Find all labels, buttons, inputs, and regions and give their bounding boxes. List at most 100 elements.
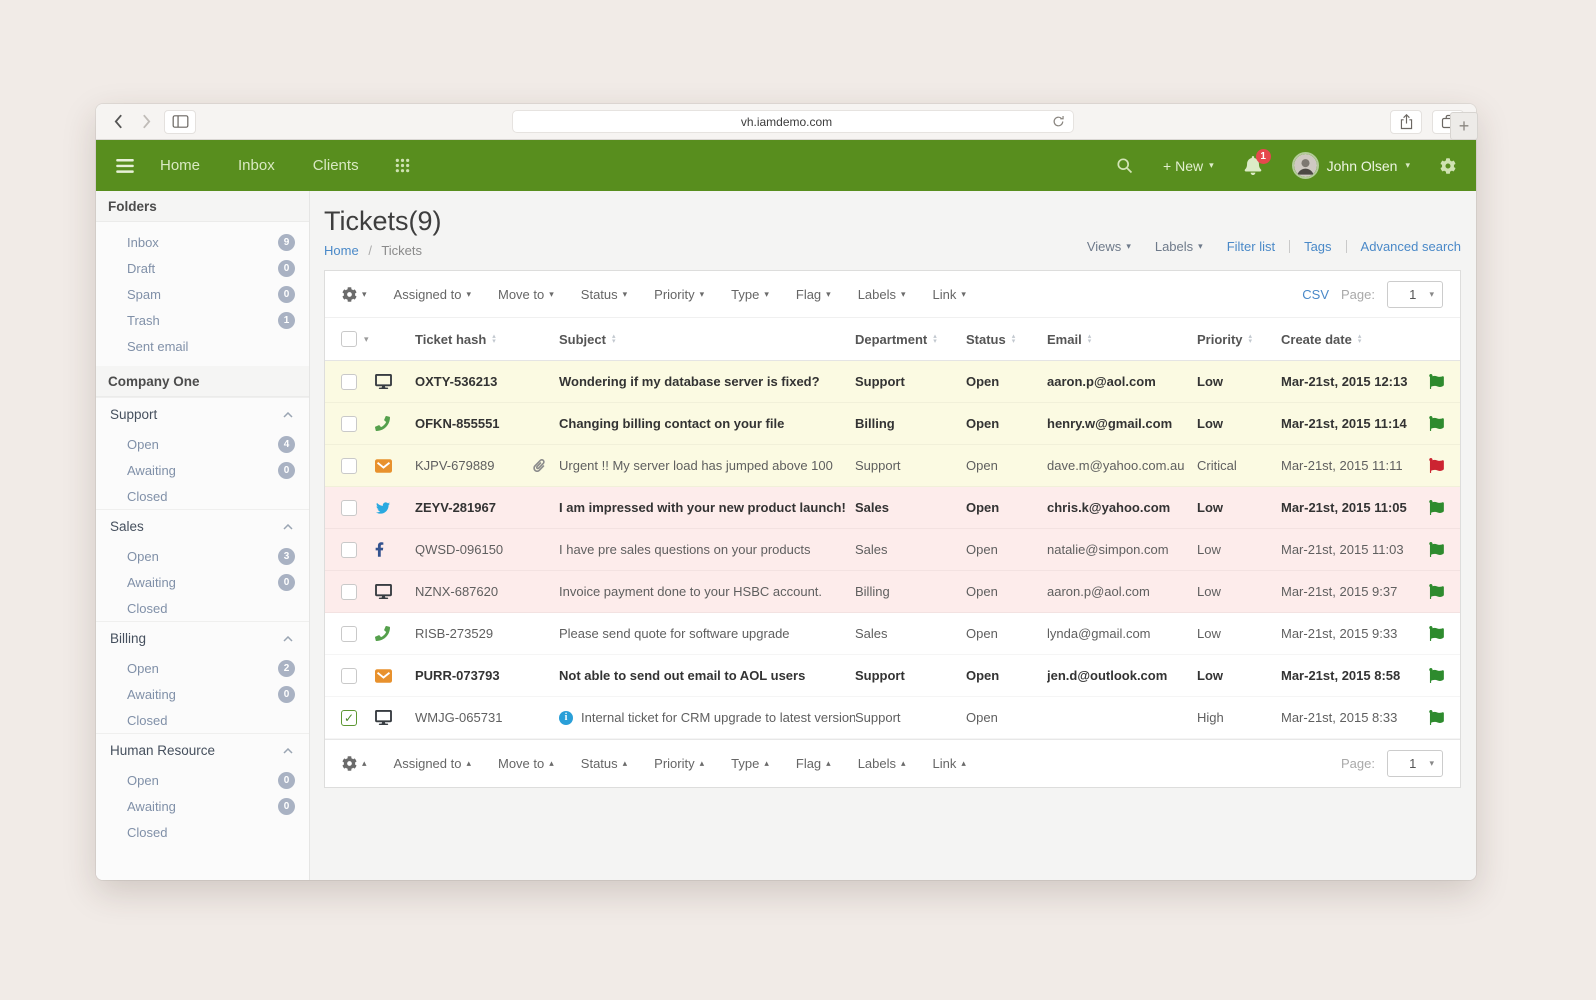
toolbar-dropdown-labels[interactable]: Labels ▾ — [858, 287, 906, 302]
sidebar-item-support-awaiting[interactable]: Awaiting 0 — [96, 457, 309, 483]
row-checkbox[interactable] — [341, 373, 357, 390]
column-header-email[interactable]: Email ▴ ▾ — [1047, 332, 1197, 347]
column-header-department[interactable]: Department ▴ ▾ — [855, 332, 966, 347]
sidebar-folder-trash[interactable]: Trash 1 — [96, 307, 309, 333]
toolbar-dropdown-status[interactable]: Status ▴ — [581, 756, 627, 771]
breadcrumb-home-link[interactable]: Home — [324, 243, 359, 258]
toolbar-dropdown-flag[interactable]: Flag ▾ — [796, 287, 831, 302]
labels-dropdown[interactable]: Labels ▾ — [1155, 239, 1203, 254]
search-icon[interactable] — [1116, 157, 1133, 174]
flag-icon[interactable] — [1429, 542, 1444, 557]
toolbar-dropdown-priority[interactable]: Priority ▾ — [654, 287, 704, 302]
toolbar-dropdown-assigned-to[interactable]: Assigned to ▴ — [394, 756, 471, 771]
ticket-row[interactable]: OXTY-536213 Wondering if my database serv… — [325, 361, 1460, 403]
csv-export-link[interactable]: CSV — [1302, 287, 1329, 302]
filter-list-link[interactable]: Filter list — [1227, 239, 1275, 254]
tags-link[interactable]: Tags — [1304, 239, 1331, 254]
toolbar-dropdown-priority[interactable]: Priority ▴ — [654, 756, 704, 771]
page-select[interactable]: 1 ▾ — [1387, 750, 1443, 777]
row-checkbox[interactable] — [341, 457, 357, 474]
nav-item-home[interactable]: Home — [160, 157, 200, 174]
ticket-row[interactable]: RISB-273529 Please send quote for softwar… — [325, 613, 1460, 655]
ticket-row[interactable]: ZEYV-281967 I am impressed with your new … — [325, 487, 1460, 529]
flag-icon[interactable] — [1429, 626, 1444, 641]
column-header-ticket-hash[interactable]: Ticket hash ▴ ▾ — [415, 332, 559, 347]
toolbar-dropdown-status[interactable]: Status ▾ — [581, 287, 627, 302]
ticket-row[interactable]: KJPV-679889 Urgent !! My server load has … — [325, 445, 1460, 487]
ticket-row[interactable]: PURR-073793 Not able to send out email to… — [325, 655, 1460, 697]
toolbar-dropdown-assigned-to[interactable]: Assigned to ▾ — [394, 287, 471, 302]
sidebar-item-billing-awaiting[interactable]: Awaiting 0 — [96, 681, 309, 707]
new-button[interactable]: + New ▾ — [1163, 158, 1214, 174]
sidebar-item-human-resource-open[interactable]: Open 0 — [96, 767, 309, 793]
settings-gear-icon[interactable] — [1440, 157, 1456, 174]
row-checkbox[interactable] — [341, 499, 357, 516]
sidebar-item-billing-closed[interactable]: Closed — [96, 707, 309, 733]
nav-item-clients[interactable]: Clients — [313, 157, 359, 174]
browser-forward-icon[interactable] — [136, 114, 156, 129]
caret-down-icon[interactable]: ▾ — [364, 334, 369, 345]
sidebar-item-sales-open[interactable]: Open 3 — [96, 543, 309, 569]
flag-icon[interactable] — [1429, 416, 1444, 431]
row-checkbox[interactable] — [341, 541, 357, 558]
sidebar-item-sales-closed[interactable]: Closed — [96, 595, 309, 621]
advanced-search-link[interactable]: Advanced search — [1361, 239, 1461, 254]
bulk-actions-gear-dropdown[interactable]: ▴ — [342, 756, 367, 771]
section-toggle-billing[interactable]: Billing — [96, 622, 309, 655]
flag-icon[interactable] — [1429, 458, 1444, 473]
sidebar-folder-inbox[interactable]: Inbox 9 — [96, 229, 309, 255]
toolbar-dropdown-link[interactable]: Link ▴ — [933, 756, 966, 771]
sidebar-item-human-resource-awaiting[interactable]: Awaiting 0 — [96, 793, 309, 819]
notifications-bell-icon[interactable]: 1 — [1244, 149, 1271, 175]
hamburger-menu-icon[interactable] — [116, 158, 134, 173]
sidebar-item-billing-open[interactable]: Open 2 — [96, 655, 309, 681]
page-select[interactable]: 1 ▾ — [1387, 280, 1443, 308]
section-toggle-human-resource[interactable]: Human Resource — [96, 734, 309, 767]
column-header-subject[interactable]: Subject ▴ ▾ — [559, 332, 855, 347]
nav-item-inbox[interactable]: Inbox — [238, 157, 275, 174]
toolbar-dropdown-link[interactable]: Link ▾ — [933, 287, 966, 302]
sidebar-item-support-closed[interactable]: Closed — [96, 483, 309, 509]
views-dropdown[interactable]: Views ▾ — [1087, 239, 1131, 254]
select-all-checkbox[interactable] — [341, 331, 357, 347]
bulk-actions-gear-dropdown[interactable]: ▾ — [342, 286, 367, 302]
row-checkbox[interactable] — [341, 583, 357, 600]
flag-icon[interactable] — [1429, 374, 1444, 389]
column-header-create-date[interactable]: Create date ▴ ▾ — [1281, 332, 1429, 347]
user-menu[interactable]: John Olsen ▾ — [1291, 152, 1410, 179]
ticket-row[interactable]: ✓ WMJG-065731 i Internal ticket for CRM upg… — [325, 697, 1460, 739]
row-checkbox[interactable] — [341, 667, 357, 684]
share-icon[interactable] — [1390, 109, 1422, 134]
sidebar-item-support-open[interactable]: Open 4 — [96, 431, 309, 457]
sidebar-folder-spam[interactable]: Spam 0 — [96, 281, 309, 307]
reload-icon[interactable] — [1052, 115, 1065, 128]
toolbar-dropdown-type[interactable]: Type ▾ — [731, 287, 769, 302]
row-checkbox[interactable] — [341, 415, 357, 432]
section-toggle-support[interactable]: Support — [96, 398, 309, 431]
sidebar-folder-sent-email[interactable]: Sent email — [96, 333, 309, 359]
toolbar-dropdown-flag[interactable]: Flag ▴ — [796, 756, 831, 771]
sidebar-item-sales-awaiting[interactable]: Awaiting 0 — [96, 569, 309, 595]
toolbar-dropdown-move-to[interactable]: Move to ▾ — [498, 287, 554, 302]
column-header-status[interactable]: Status ▴ ▾ — [966, 332, 1047, 347]
flag-icon[interactable] — [1429, 584, 1444, 599]
ticket-row[interactable]: NZNX-687620 Invoice payment done to your … — [325, 571, 1460, 613]
flag-icon[interactable] — [1429, 500, 1444, 515]
new-tab-icon[interactable]: + — [1450, 112, 1478, 140]
column-header-priority[interactable]: Priority ▴ ▾ — [1197, 332, 1281, 347]
sidebar-folder-draft[interactable]: Draft 0 — [96, 255, 309, 281]
flag-icon[interactable] — [1429, 710, 1444, 725]
url-text[interactable]: vh.iamdemo.com — [521, 115, 1052, 129]
sidebar-item-human-resource-closed[interactable]: Closed — [96, 819, 309, 845]
apps-grid-icon[interactable] — [395, 158, 410, 173]
toolbar-dropdown-move-to[interactable]: Move to ▴ — [498, 756, 554, 771]
url-bar[interactable]: vh.iamdemo.com — [512, 110, 1074, 133]
flag-icon[interactable] — [1429, 668, 1444, 683]
ticket-row[interactable]: OFKN-855551 Changing billing contact on y… — [325, 403, 1460, 445]
section-toggle-sales[interactable]: Sales — [96, 510, 309, 543]
browser-sidebar-toggle-icon[interactable] — [164, 109, 196, 134]
ticket-row[interactable]: QWSD-096150 I have pre sales questions on… — [325, 529, 1460, 571]
row-checkbox[interactable] — [341, 625, 357, 642]
browser-back-icon[interactable] — [108, 114, 128, 129]
row-checkbox[interactable]: ✓ — [341, 709, 357, 726]
